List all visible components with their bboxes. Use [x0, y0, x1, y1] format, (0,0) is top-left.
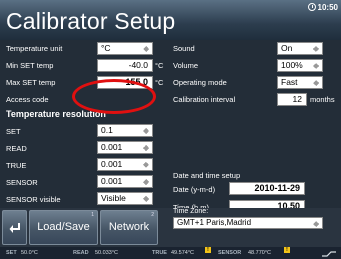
network-button[interactable]: Network 2 — [100, 210, 158, 245]
page-title: Calibrator Setup — [6, 8, 176, 34]
status-read-value: 50.033°C — [95, 250, 118, 256]
back-button[interactable] — [2, 210, 27, 245]
status-true-value: 49.574°C — [171, 250, 194, 256]
volume-select[interactable]: 100% — [277, 59, 323, 72]
sensor-visible-select[interactable]: Visible — [97, 192, 153, 205]
calibration-interval-unit: months — [310, 95, 335, 104]
min-set-temp-input[interactable]: -40.0 — [97, 59, 153, 72]
network-number: 2 — [151, 212, 154, 218]
temperature-unit-label: Temperature unit — [6, 44, 63, 53]
calibration-interval-label: Calibration interval — [173, 95, 236, 104]
sensor-visible-label: SENSOR visible — [6, 195, 61, 204]
warning-icon: ! — [284, 247, 290, 253]
sensor-resolution-label: SENSOR — [6, 178, 38, 187]
min-set-temp-unit: °C — [155, 61, 164, 70]
status-set-value: 50.0°C — [21, 250, 38, 256]
status-sensor-value: 48.770°C — [248, 250, 271, 256]
sensor-resolution-select[interactable]: 0.001 — [97, 175, 153, 188]
clock-icon — [307, 3, 316, 11]
load-save-button[interactable]: Load/Save 1 — [29, 210, 98, 245]
warning-icon: ! — [205, 247, 211, 253]
load-save-number: 1 — [91, 212, 94, 218]
set-resolution-label: SET — [6, 127, 21, 136]
header-bar: Calibrator Setup 10:50 — [0, 0, 341, 40]
calibration-interval-input[interactable]: 12 — [277, 93, 307, 106]
sound-select[interactable]: On — [277, 42, 323, 55]
settings-panel: Temperature unit °C Min SET temp -40.0 °… — [0, 40, 341, 213]
datetime-header: Date and time setup — [173, 171, 241, 180]
max-set-temp-label: Max SET temp — [6, 78, 56, 87]
signal-icon — [322, 250, 336, 259]
date-label: Date (y-m-d) — [173, 185, 216, 194]
timezone-label: Time Zone: — [173, 208, 209, 215]
max-set-temp-unit: °C — [155, 78, 164, 87]
date-input[interactable]: 2010-11-29 — [229, 182, 305, 195]
operating-mode-select[interactable]: Fast — [277, 76, 323, 89]
read-resolution-select[interactable]: 0.001 — [97, 141, 153, 154]
true-resolution-select[interactable]: 0.001 — [97, 158, 153, 171]
clock-time: 10:50 — [317, 3, 338, 12]
network-label: Network — [108, 221, 150, 233]
true-resolution-label: TRUE — [6, 161, 27, 170]
temperature-unit-select[interactable]: °C — [97, 42, 153, 55]
sound-label: Sound — [173, 44, 195, 53]
volume-label: Volume — [173, 61, 199, 70]
status-true-label: TRUE — [152, 250, 167, 256]
status-bar: SET 50.0°C READ 50.033°C TRUE 49.574°C !… — [0, 247, 341, 259]
clock: 10:50 — [307, 3, 338, 12]
status-set-label: SET — [6, 250, 17, 256]
calibrator-setup-screen: Calibrator Setup 10:50 Temperature unit … — [0, 0, 341, 259]
status-read-label: READ — [73, 250, 89, 256]
operating-mode-label: Operating mode — [173, 78, 227, 87]
return-arrow-icon — [9, 223, 20, 233]
min-set-temp-label: Min SET temp — [6, 61, 54, 70]
access-code-label: Access code — [6, 95, 49, 104]
timezone-select[interactable]: GMT+1 Paris,Madrid — [173, 217, 323, 229]
status-sensor-label: SENSOR — [218, 250, 242, 256]
read-resolution-label: READ — [6, 144, 27, 153]
bottom-button-bar: Load/Save 1 Network 2 Time Zone: GMT+1 P… — [0, 208, 341, 247]
set-resolution-select[interactable]: 0.1 — [97, 124, 153, 137]
load-save-label: Load/Save — [37, 221, 90, 233]
max-set-temp-highlight-circle — [72, 79, 156, 114]
